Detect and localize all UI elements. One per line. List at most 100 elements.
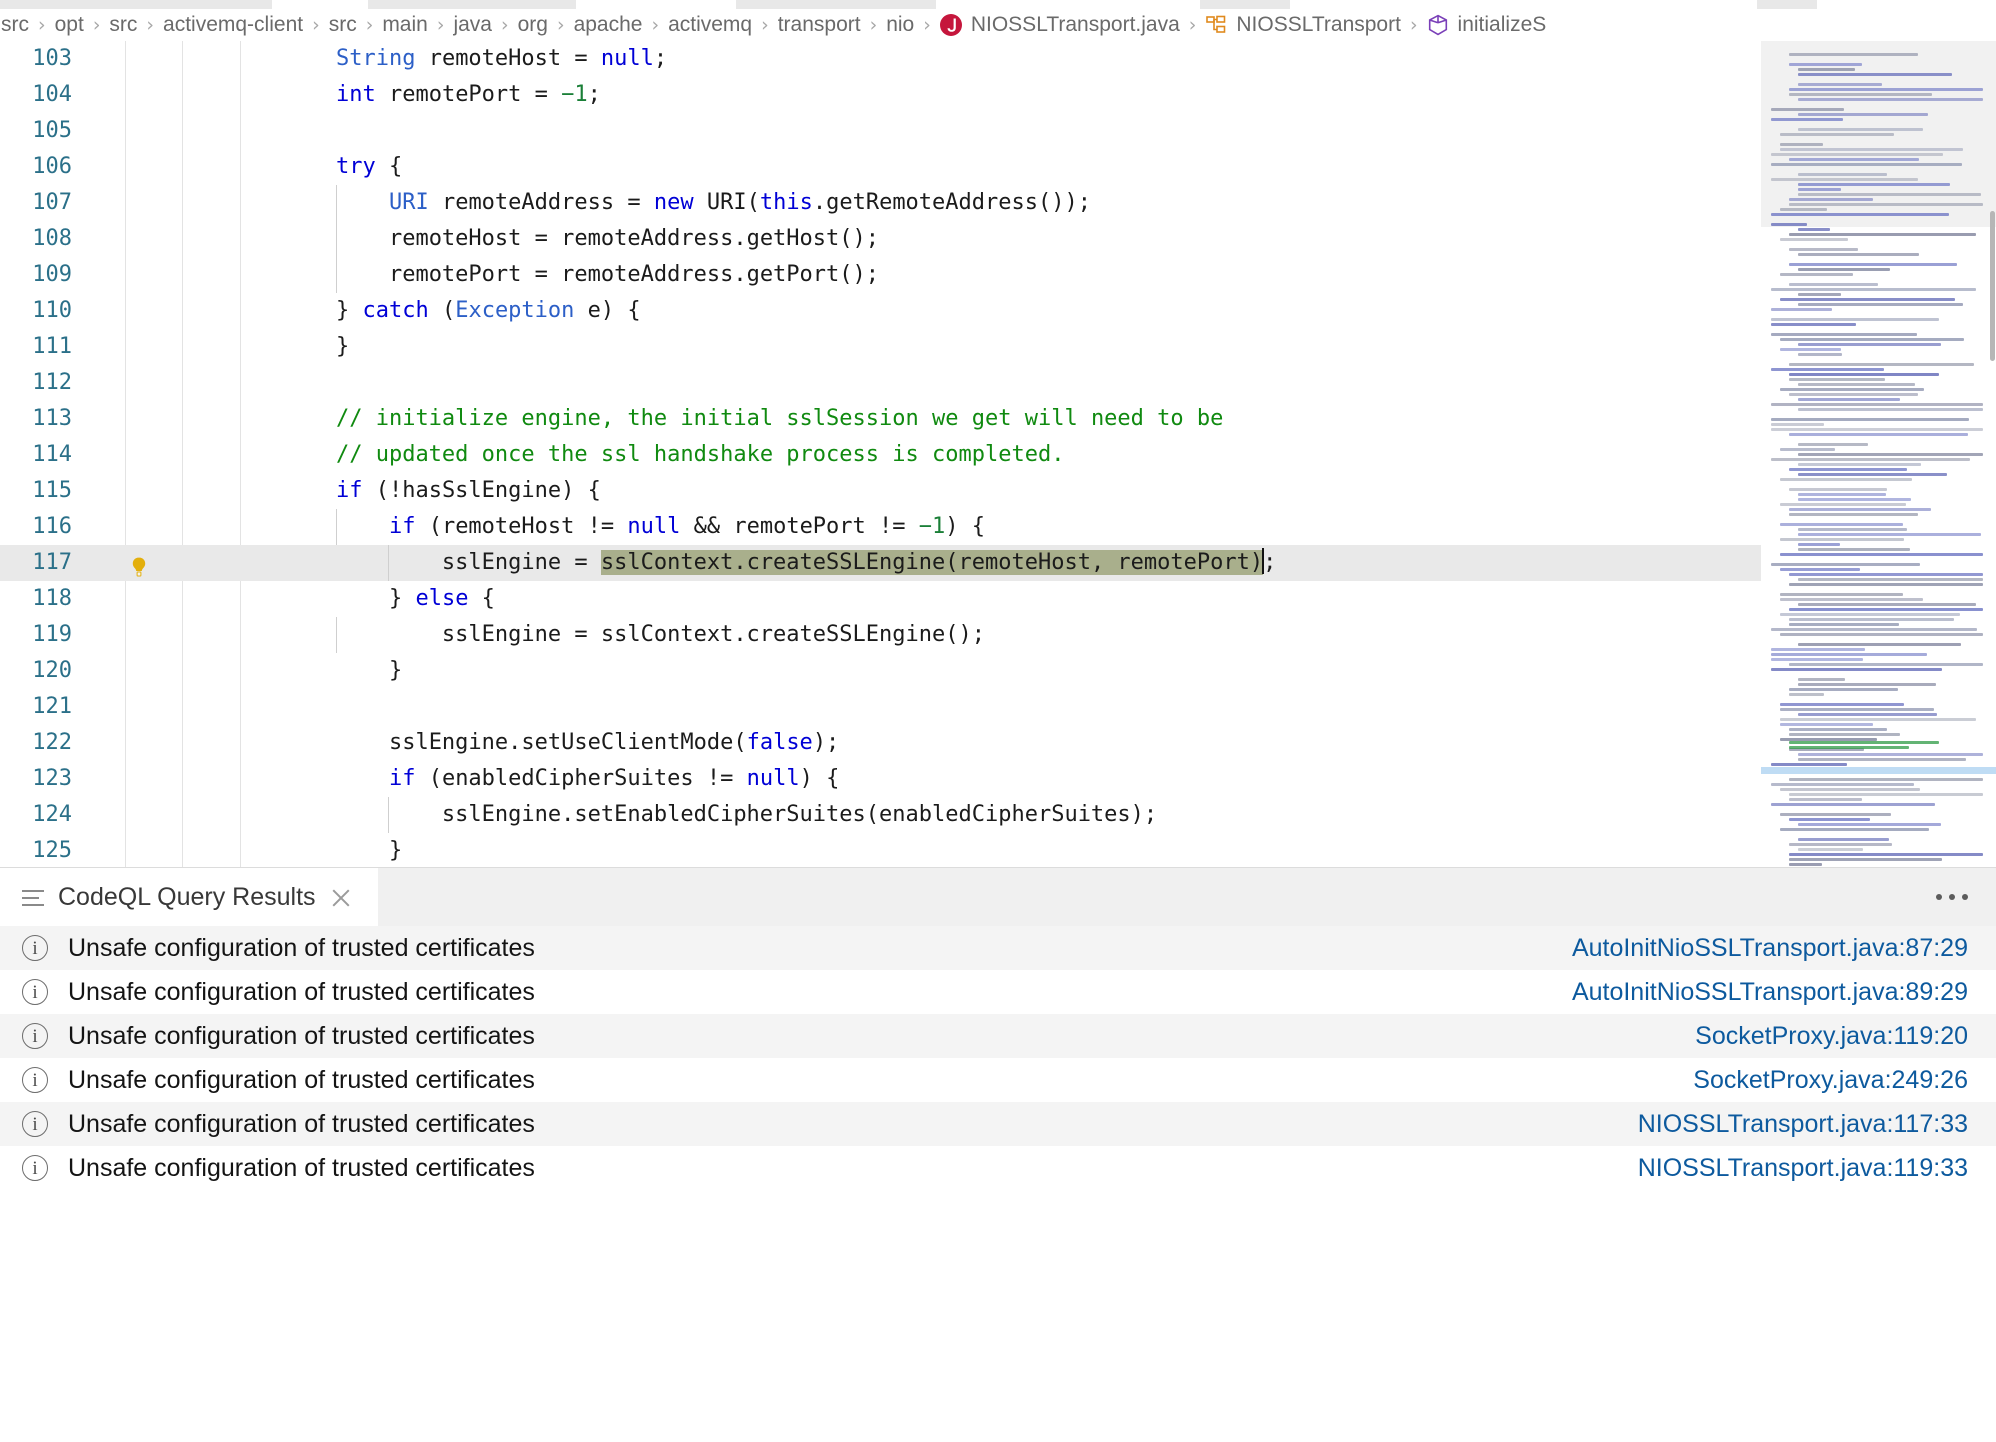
tab-segment[interactable] xyxy=(1757,0,1817,9)
breadcrumb-item[interactable]: main xyxy=(381,13,429,37)
code-line[interactable]: 119 sslEngine = sslContext.createSSLEngi… xyxy=(0,617,1996,653)
code-line[interactable]: 105 xyxy=(0,113,1996,149)
code-line[interactable]: 122 sslEngine.setUseClientMode(false); xyxy=(0,725,1996,761)
minimap-line xyxy=(1798,643,1961,646)
code-line[interactable]: 109 remotePort = remoteAddress.getPort()… xyxy=(0,257,1996,293)
code-line[interactable]: 125 } xyxy=(0,833,1996,867)
code-line[interactable]: 103 String remoteHost = null; xyxy=(0,41,1996,77)
code-lines: 103 String remoteHost = null;104 int rem… xyxy=(0,41,1996,867)
minimap-line xyxy=(1798,463,1921,466)
code-line[interactable]: 107 URI remoteAddress = new URI(this.get… xyxy=(0,185,1996,221)
minimap-line xyxy=(1780,238,1848,241)
result-location-link[interactable]: SocketProxy.java:249:26 xyxy=(1693,1066,1968,1095)
breadcrumb-item[interactable]: NIOSSLTransport.java xyxy=(970,13,1181,37)
breadcrumb-item[interactable]: opt xyxy=(54,13,85,37)
tab-segment[interactable] xyxy=(1200,0,1290,9)
breadcrumb-item[interactable]: src xyxy=(108,13,138,37)
minimap[interactable] xyxy=(1761,41,1996,867)
minimap-line xyxy=(1780,208,1827,211)
code-text: } xyxy=(230,653,402,689)
line-number: 119 xyxy=(0,617,72,653)
code-line[interactable]: 116 if (remoteHost != null && remotePort… xyxy=(0,509,1996,545)
code-text: remotePort = remoteAddress.getPort(); xyxy=(230,257,879,293)
code-line[interactable]: 121 xyxy=(0,689,1996,725)
result-row[interactable]: iUnsafe configuration of trusted certifi… xyxy=(0,1102,1996,1146)
breadcrumb-item[interactable]: activemq xyxy=(667,13,753,37)
code-line[interactable]: 108 remoteHost = remoteAddress.getHost()… xyxy=(0,221,1996,257)
line-number: 124 xyxy=(0,797,72,833)
minimap-line xyxy=(1780,273,1853,276)
minimap-line xyxy=(1798,753,1983,756)
code-line[interactable]: 113 // initialize engine, the initial ss… xyxy=(0,401,1996,437)
minimap-line xyxy=(1789,508,1931,511)
code-line[interactable]: 118 } else { xyxy=(0,581,1996,617)
breadcrumb-item[interactable]: NIOSSLTransport xyxy=(1235,13,1402,37)
result-location-link[interactable]: NIOSSLTransport.java:119:33 xyxy=(1638,1154,1968,1183)
result-row[interactable]: iUnsafe configuration of trusted certifi… xyxy=(0,1014,1996,1058)
tab-segment[interactable] xyxy=(0,0,272,9)
breadcrumb-item[interactable]: java xyxy=(452,13,493,37)
minimap-line xyxy=(1771,803,1935,806)
indent-guide xyxy=(388,797,389,833)
code-editor[interactable]: 103 String remoteHost = null;104 int rem… xyxy=(0,41,1996,867)
minimap-line xyxy=(1780,613,1960,616)
close-icon[interactable] xyxy=(330,887,352,909)
result-row[interactable]: iUnsafe configuration of trusted certifi… xyxy=(0,970,1996,1014)
line-number: 105 xyxy=(0,113,72,149)
minimap-line xyxy=(1789,378,1885,381)
minimap-line xyxy=(1789,858,1942,861)
breadcrumb[interactable]: src›opt›src›activemq-client›src›main›jav… xyxy=(0,9,1996,41)
tab-segment[interactable] xyxy=(736,0,936,9)
breadcrumb-item[interactable]: transport xyxy=(777,13,862,37)
minimap-line xyxy=(1789,263,1957,266)
code-line[interactable]: 111 } xyxy=(0,329,1996,365)
code-line[interactable]: 106 try { xyxy=(0,149,1996,185)
result-row[interactable]: iUnsafe configuration of trusted certifi… xyxy=(0,1146,1996,1190)
result-location-link[interactable]: AutoInitNioSSLTransport.java:87:29 xyxy=(1572,934,1968,963)
minimap-line xyxy=(1771,108,1844,111)
line-number: 111 xyxy=(0,329,72,365)
editor-tab-strip[interactable] xyxy=(0,0,1996,9)
minimap-line xyxy=(1789,693,1824,696)
result-location-link[interactable]: SocketProxy.java:119:20 xyxy=(1695,1022,1968,1051)
code-line[interactable]: 110 } catch (Exception e) { xyxy=(0,293,1996,329)
minimap-line xyxy=(1789,373,1939,376)
panel-overflow-menu[interactable] xyxy=(1936,894,1968,900)
minimap-line xyxy=(1789,488,1887,491)
result-row[interactable]: iUnsafe configuration of trusted certifi… xyxy=(0,926,1996,970)
breadcrumb-item[interactable]: nio xyxy=(885,13,915,37)
line-number: 110 xyxy=(0,293,72,329)
result-location-link[interactable]: AutoInitNioSSLTransport.java:89:29 xyxy=(1572,978,1968,1007)
breadcrumb-item[interactable]: src xyxy=(0,13,30,37)
result-location-link[interactable]: NIOSSLTransport.java:117:33 xyxy=(1638,1110,1968,1139)
breadcrumb-item[interactable]: org xyxy=(517,13,549,37)
minimap-scrollbar[interactable] xyxy=(1990,211,1995,361)
code-line[interactable]: 104 int remotePort = −1; xyxy=(0,77,1996,113)
code-line[interactable]: 112 xyxy=(0,365,1996,401)
code-text: } catch (Exception e) { xyxy=(230,293,641,329)
code-line[interactable]: 124 sslEngine.setEnabledCipherSuites(ena… xyxy=(0,797,1996,833)
breadcrumb-item[interactable]: initializeS xyxy=(1457,13,1548,37)
minimap-line xyxy=(1798,83,1882,86)
minimap-line xyxy=(1780,718,1976,721)
code-line[interactable]: 120 } xyxy=(0,653,1996,689)
info-icon: i xyxy=(22,1023,48,1049)
minimap-line xyxy=(1798,68,1855,71)
result-row[interactable]: iUnsafe configuration of trusted certifi… xyxy=(0,1058,1996,1102)
code-text: sslEngine = sslContext.createSSLEngine()… xyxy=(230,617,985,653)
breadcrumb-item[interactable]: src xyxy=(328,13,358,37)
breadcrumb-item[interactable]: activemq-client xyxy=(162,13,304,37)
code-line[interactable]: 123 if (enabledCipherSuites != null) { xyxy=(0,761,1996,797)
minimap-line xyxy=(1789,63,1862,66)
code-line[interactable]: 117 sslEngine = sslContext.createSSLEngi… xyxy=(0,545,1996,581)
code-text: int remotePort = −1; xyxy=(230,77,601,113)
tab-codeql-query-results[interactable]: CodeQL Query Results xyxy=(0,868,378,927)
minimap-line xyxy=(1798,493,1886,496)
result-message: Unsafe configuration of trusted certific… xyxy=(68,934,1572,963)
breadcrumb-item[interactable]: apache xyxy=(573,13,644,37)
tab-segment[interactable] xyxy=(368,0,576,9)
code-line[interactable]: 115 if (!hasSslEngine) { xyxy=(0,473,1996,509)
lightbulb-quickfix-icon[interactable] xyxy=(128,554,150,576)
minimap-line xyxy=(1798,383,1915,386)
code-line[interactable]: 114 // updated once the ssl handshake pr… xyxy=(0,437,1996,473)
